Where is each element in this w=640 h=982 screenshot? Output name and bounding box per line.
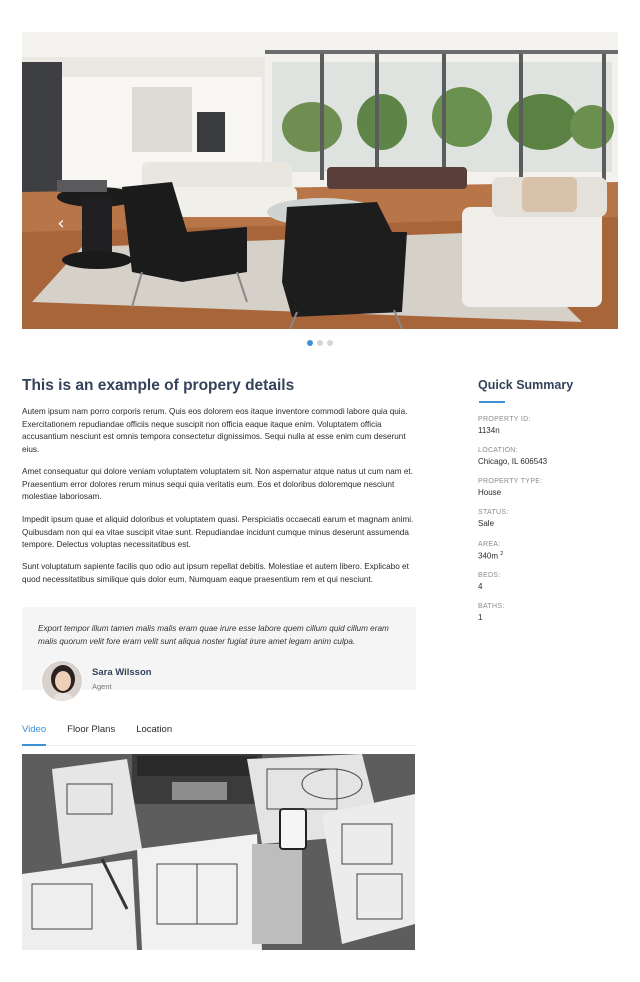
field-label: BEDS: [478, 572, 501, 579]
summary-field-property-id: PROPERTY ID: 1134n [478, 416, 618, 435]
field-label: BATHS: [478, 603, 505, 610]
area-value: 340m [478, 551, 499, 561]
description-paragraph: Amet consequatur qui dolore veniam volup… [22, 467, 413, 502]
description-paragraph: Autem ipsum nam porro corporis rerum. Qu… [22, 407, 408, 454]
summary-field-baths: BATHS: 1 [478, 603, 618, 622]
field-value: 340m 2 [478, 551, 618, 561]
agent-testimonial: Export tempor illum tamen malis malis er… [22, 607, 416, 702]
field-value: 1 [478, 613, 483, 622]
description-paragraph: Sunt voluptatum sapiente facilis quo odi… [22, 562, 409, 584]
title-underline [479, 401, 505, 403]
field-value: 1134n [478, 426, 500, 435]
summary-field-property-type: PROPERTY TYPE: House [478, 478, 618, 497]
quick-summary-title: Quick Summary [478, 378, 574, 392]
summary-field-status: STATUS: Sale [478, 509, 618, 528]
agent-name: Sara Wilsson [92, 667, 152, 678]
field-value: 4 [478, 582, 483, 591]
carousel-dot[interactable] [307, 340, 313, 346]
summary-field-location: LOCATION: Chicago, IL 606543 [478, 447, 618, 466]
tab-location[interactable]: Location [136, 722, 172, 746]
description-paragraph: Impedit ipsum quae et aliquid doloribus … [22, 515, 414, 550]
video-panel[interactable] [22, 754, 415, 950]
field-value: Chicago, IL 606543 [478, 457, 548, 466]
page-title: This is an example of propery details [22, 377, 295, 394]
field-label: PROPERTY TYPE: [478, 478, 543, 485]
field-value: Sale [478, 519, 495, 528]
field-value: House [478, 488, 502, 497]
floor-plans-photo [22, 754, 415, 950]
carousel-dots [307, 340, 333, 346]
field-label: PROPERTY ID: [478, 416, 531, 423]
field-label: STATUS: [478, 509, 509, 516]
carousel-next-button[interactable]: › [615, 214, 618, 234]
carousel-dot[interactable] [317, 340, 323, 346]
living-room-photo [22, 32, 618, 329]
agent-role: Agent [92, 682, 112, 691]
field-label: AREA: [478, 541, 501, 548]
avatar [41, 660, 83, 702]
tab-video[interactable]: Video [22, 722, 47, 746]
summary-field-area: AREA: 340m 2 [478, 541, 618, 561]
summary-field-beds: BEDS: 4 [478, 572, 618, 591]
tab-floor-plans[interactable]: Floor Plans [67, 722, 115, 746]
hero-carousel[interactable]: ‹ › [22, 32, 618, 329]
testimonial-quote: Export tempor illum tamen malis malis er… [38, 624, 389, 646]
media-tabs: Video Floor Plans Location [22, 722, 416, 746]
carousel-prev-button[interactable]: ‹ [54, 214, 68, 234]
field-label: LOCATION: [478, 447, 518, 454]
carousel-dot[interactable] [327, 340, 333, 346]
area-unit-superscript: 2 [500, 551, 504, 557]
